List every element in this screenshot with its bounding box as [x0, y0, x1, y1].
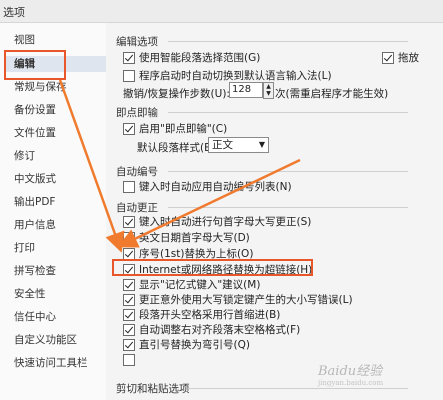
arrow-to-hyperlink-2: [117, 158, 301, 248]
annotation-arrows: [58, 79, 301, 253]
arrow-to-hyperlink: [58, 79, 125, 253]
baidu-watermark: Baidu经验 jingyan.baidu.com: [318, 364, 384, 387]
